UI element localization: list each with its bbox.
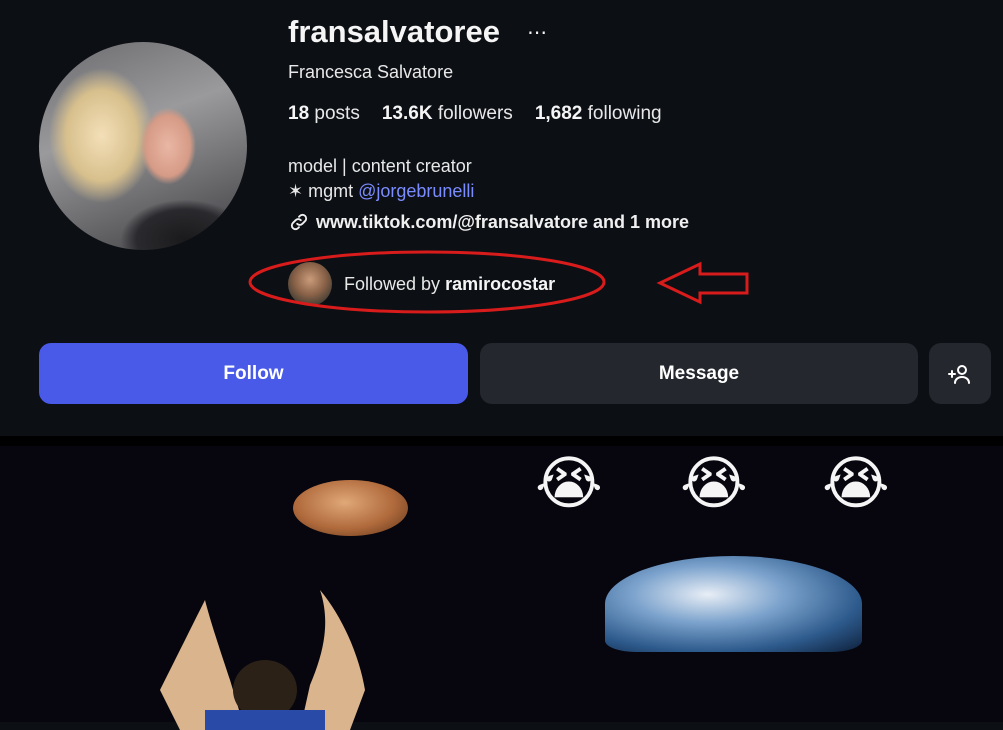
bio-link-text: www.tiktok.com/@fransalvatore and 1 more	[316, 211, 689, 232]
followed-by-text: Followed by ramirocostar	[344, 274, 555, 295]
crying-emoji-3: 😭	[822, 451, 890, 516]
crying-emoji-2: 😭	[680, 451, 748, 516]
bio-line-2: ✶ mgmt @jorgebrunelli	[288, 181, 474, 202]
section-divider	[0, 436, 1003, 446]
link-icon	[290, 213, 308, 231]
follow-button[interactable]: Follow	[39, 343, 468, 404]
profile-username: fransalvatoree	[288, 14, 500, 49]
profile-full-name: Francesca Salvatore	[288, 62, 454, 82]
crying-emoji-1: 😭	[535, 451, 603, 516]
suggest-people-button[interactable]	[929, 343, 991, 404]
bio-link[interactable]: www.tiktok.com/@fransalvatore and 1 more	[288, 211, 689, 233]
followers-stat[interactable]: 13.6K followers	[382, 103, 513, 125]
followed-by[interactable]: Followed by ramirocostar	[288, 262, 555, 306]
annotation-arrow	[656, 261, 749, 305]
more-options-icon[interactable]: ⋯	[527, 20, 548, 45]
followed-by-user[interactable]: ramirocostar	[445, 274, 555, 294]
follower-avatar	[288, 262, 332, 306]
following-stat[interactable]: 1,682 following	[535, 103, 662, 125]
bio-line-1: model | content creator	[288, 156, 472, 176]
following-count: 1,682	[534, 103, 583, 124]
followers-count: 13.6K	[381, 103, 433, 124]
posts-stat: 18 posts	[288, 103, 360, 125]
add-person-icon	[948, 364, 970, 384]
followers-label: followers	[437, 103, 513, 124]
following-label: following	[587, 103, 662, 124]
profile-header: fransalvatoree ⋯ Francesca Salvatore 18 …	[0, 0, 1003, 436]
profile-avatar[interactable]	[39, 42, 247, 250]
player-image	[160, 590, 365, 730]
earth-image	[605, 556, 862, 652]
profile-stats: 18 posts 13.6K followers 1,682 following	[288, 103, 662, 125]
posts-count: 18	[288, 103, 310, 124]
message-button[interactable]: Message	[480, 343, 918, 404]
mention-link[interactable]: @jorgebrunelli	[358, 181, 474, 201]
basketball-image	[293, 480, 408, 536]
followed-by-prefix: Followed by	[344, 273, 446, 294]
bio-mgmt-prefix: ✶ mgmt	[288, 181, 359, 201]
posts-label: posts	[314, 103, 360, 124]
